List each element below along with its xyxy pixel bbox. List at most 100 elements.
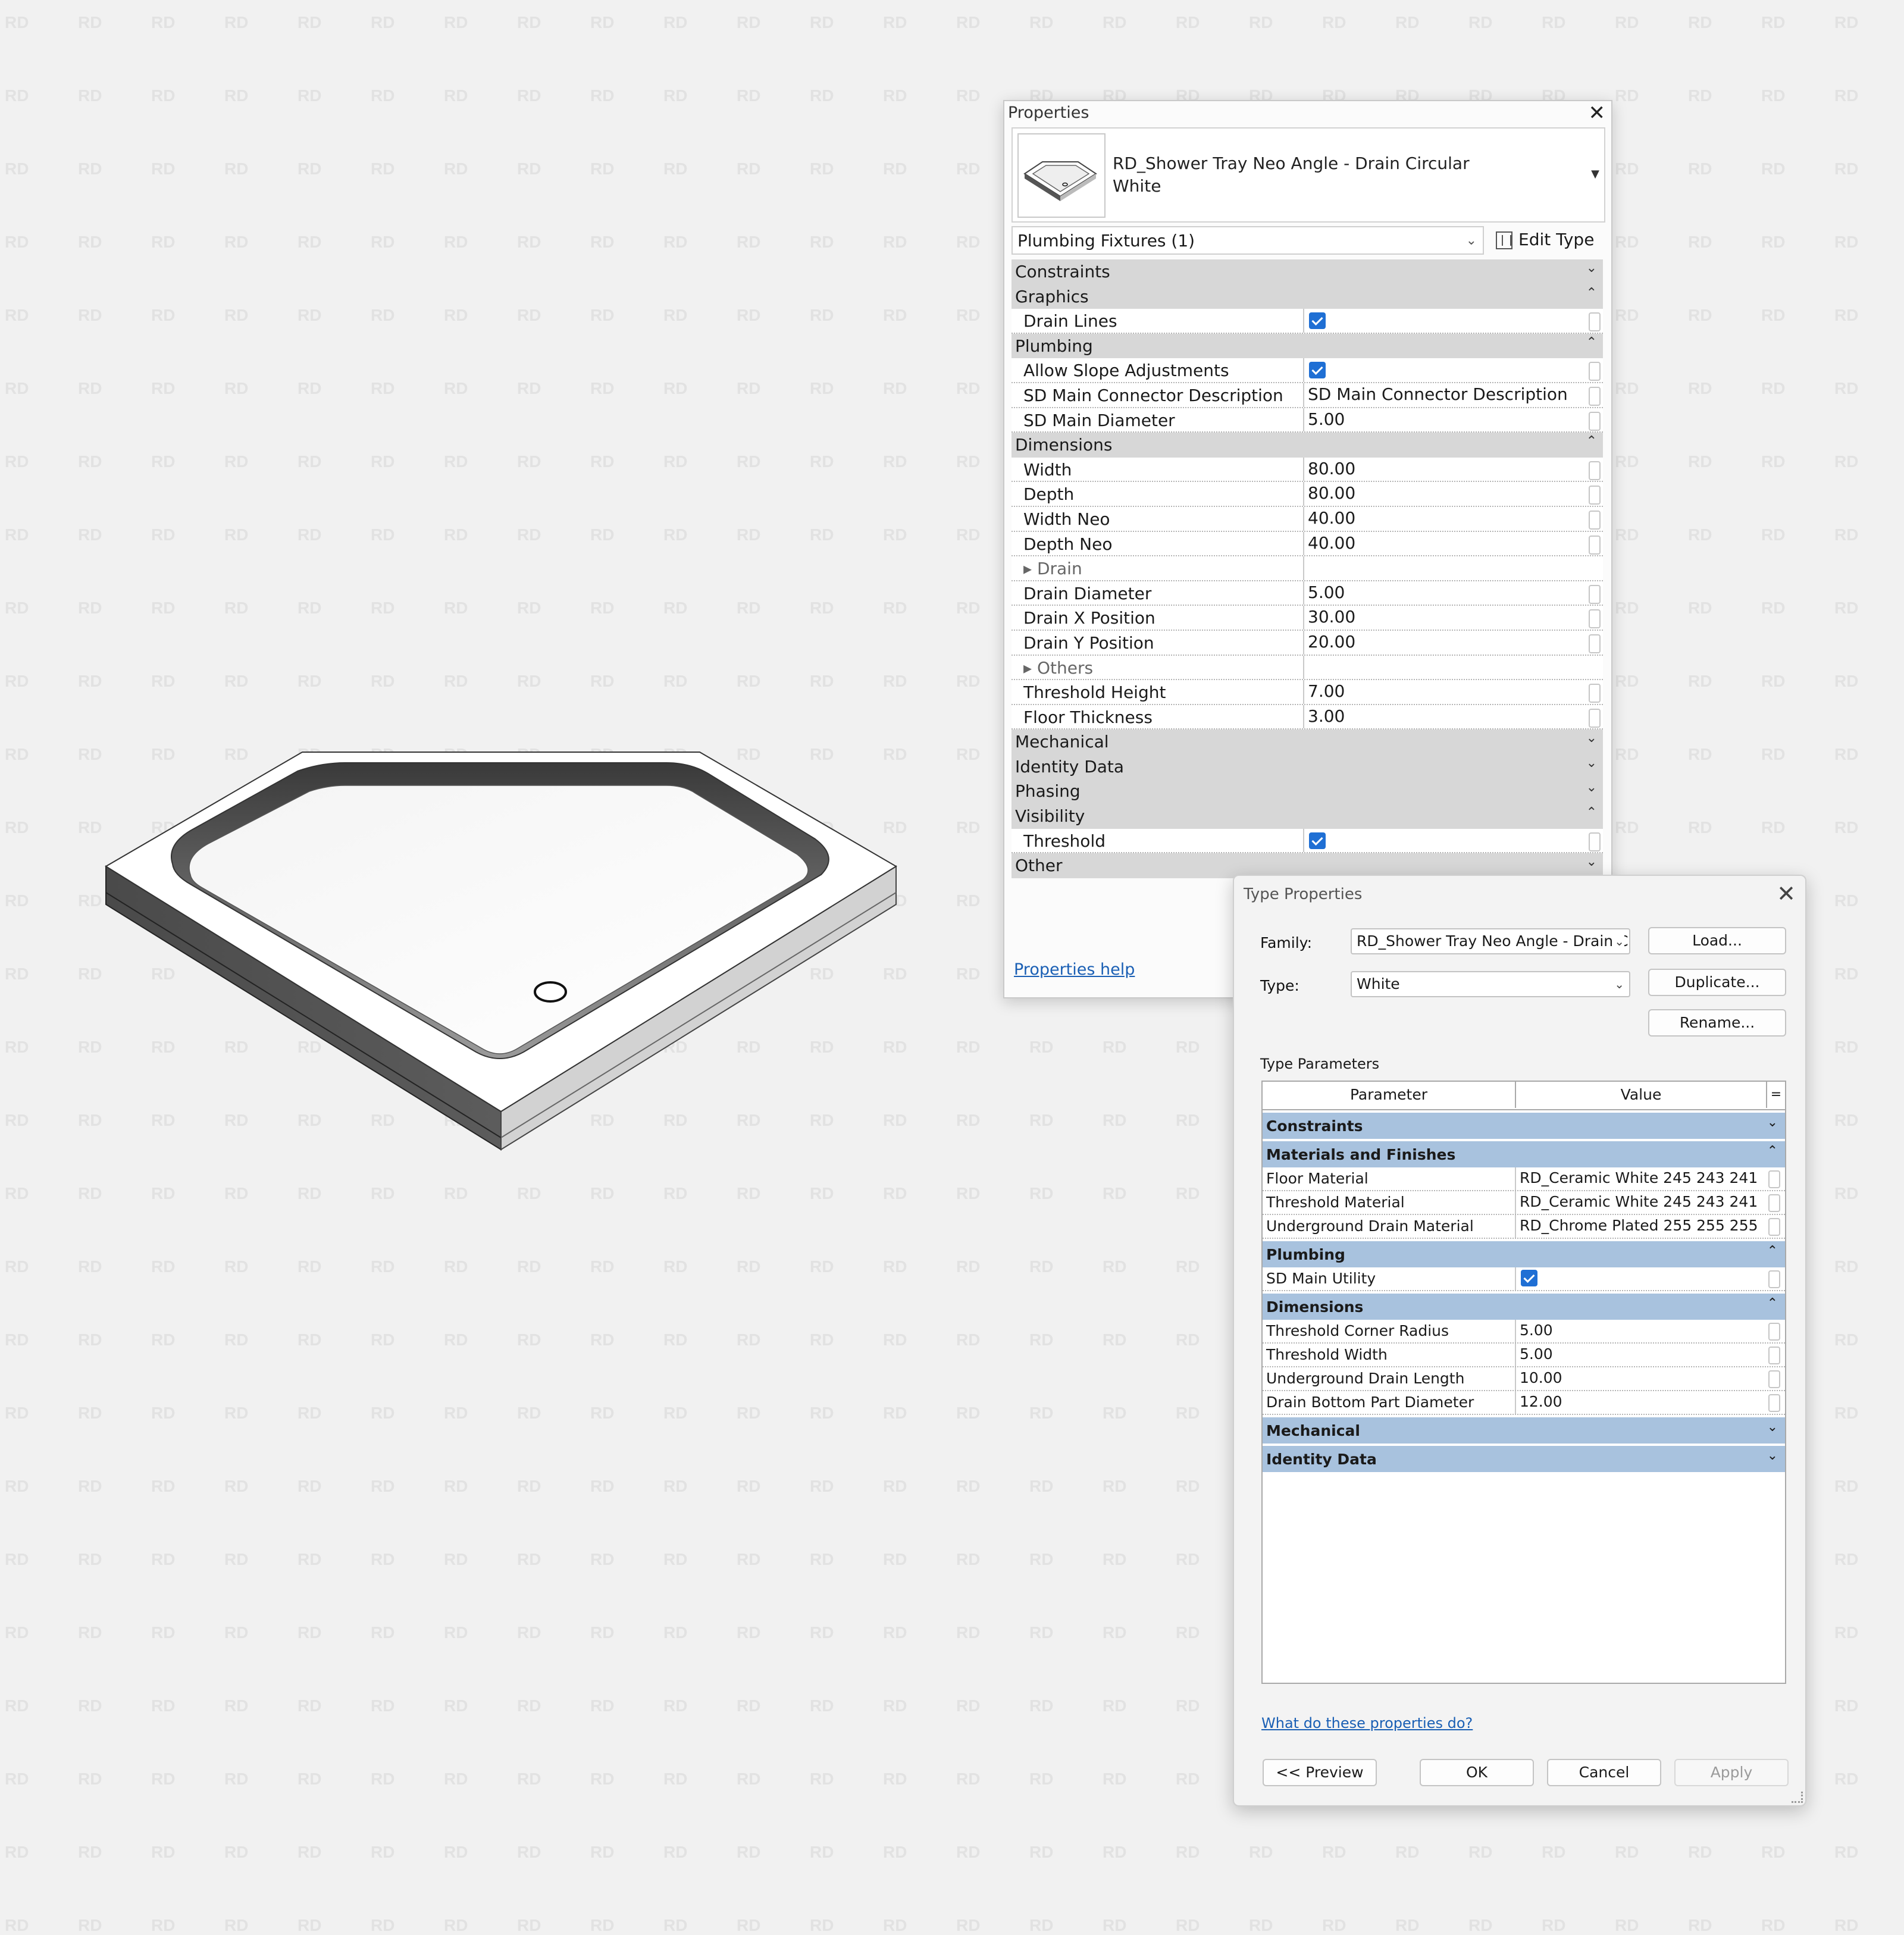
close-icon[interactable]: ✕: [1777, 881, 1796, 907]
property-value[interactable]: 7.00: [1303, 680, 1586, 704]
load-button[interactable]: Load...: [1648, 927, 1786, 954]
property-value[interactable]: SD Main Connector Description: [1303, 383, 1586, 407]
associate-parameter-button[interactable]: [1768, 1194, 1780, 1212]
type-dropdown-value: White: [1357, 975, 1400, 992]
checkbox-checked[interactable]: [1309, 312, 1326, 330]
property-value[interactable]: [1303, 828, 1586, 853]
group-header[interactable]: Constraints ⌄: [1263, 1113, 1785, 1139]
apply-button[interactable]: Apply: [1674, 1759, 1789, 1786]
associate-parameter-button[interactable]: [1768, 1394, 1780, 1412]
associate-parameter-button[interactable]: [1589, 832, 1601, 851]
expand-chevron-icon[interactable]: ⌄: [1586, 261, 1597, 275]
associate-parameter-button[interactable]: [1589, 362, 1601, 381]
close-icon[interactable]: ✕: [1589, 102, 1606, 124]
parameter-column-header[interactable]: Parameter: [1263, 1082, 1516, 1108]
preview-button[interactable]: << Preview: [1263, 1759, 1377, 1786]
instance-filter-dropdown[interactable]: Plumbing Fixtures (1) ⌄: [1012, 226, 1484, 255]
property-value[interactable]: [1303, 309, 1586, 333]
collapse-chevron-icon[interactable]: ⌃: [1767, 1244, 1778, 1258]
associate-parameter-button[interactable]: [1589, 386, 1601, 406]
properties-help-link[interactable]: Properties help: [1014, 960, 1135, 979]
collapse-chevron-icon[interactable]: ⌃: [1586, 286, 1597, 300]
formula-column-header[interactable]: =: [1767, 1082, 1785, 1108]
edit-type-button[interactable]: Edit Type: [1496, 226, 1603, 255]
property-value[interactable]: 80.00: [1303, 482, 1586, 506]
collapse-chevron-icon[interactable]: ⌃: [1767, 1296, 1778, 1311]
watermark-text: RD: [5, 1916, 29, 1934]
associate-parameter-button[interactable]: [1589, 312, 1601, 332]
collapse-chevron-icon[interactable]: ⌃: [1767, 1144, 1778, 1159]
checkbox-checked[interactable]: [1309, 362, 1326, 379]
associate-parameter-button[interactable]: [1589, 411, 1601, 431]
associate-parameter-button[interactable]: [1589, 634, 1601, 653]
cancel-button[interactable]: Cancel: [1547, 1759, 1661, 1786]
group-header[interactable]: Mechanical ⌄: [1012, 729, 1603, 754]
property-value[interactable]: 20.00: [1303, 630, 1586, 655]
dropdown-arrow-icon[interactable]: ▼: [1591, 168, 1599, 180]
parameter-value[interactable]: [1515, 1267, 1766, 1290]
parameter-value[interactable]: RD_Ceramic White 245 243 241: [1515, 1191, 1766, 1214]
parameter-value[interactable]: RD_Ceramic White 245 243 241: [1515, 1167, 1766, 1190]
associate-parameter-button[interactable]: [1589, 708, 1601, 728]
collapse-chevron-icon[interactable]: ⌃: [1586, 805, 1597, 820]
group-header[interactable]: Identity Data ⌄: [1263, 1446, 1785, 1472]
checkbox-checked[interactable]: [1309, 832, 1326, 849]
expand-chevron-icon[interactable]: ⌄: [1767, 1420, 1778, 1435]
collapse-chevron-icon[interactable]: ⌃: [1586, 335, 1597, 350]
type-dropdown[interactable]: White ⌄: [1351, 971, 1630, 997]
expand-chevron-icon[interactable]: ⌄: [1767, 1115, 1778, 1130]
expand-chevron-icon[interactable]: ⌄: [1586, 854, 1597, 869]
resize-grip-icon[interactable]: [1792, 1792, 1803, 1803]
group-header[interactable]: Graphics ⌃: [1012, 284, 1603, 309]
expand-chevron-icon[interactable]: ⌄: [1586, 780, 1597, 795]
what-do-these-properties-do-link[interactable]: What do these properties do?: [1261, 1715, 1473, 1732]
associate-parameter-button[interactable]: [1589, 609, 1601, 629]
associate-parameter-button[interactable]: [1768, 1270, 1780, 1288]
associate-parameter-button[interactable]: [1589, 584, 1601, 604]
property-value[interactable]: 40.00: [1303, 506, 1586, 531]
property-value[interactable]: 5.00: [1303, 581, 1586, 605]
group-header[interactable]: Phasing ⌄: [1012, 779, 1603, 804]
expand-chevron-icon[interactable]: ⌄: [1586, 731, 1597, 746]
parameter-value[interactable]: 12.00: [1515, 1391, 1766, 1414]
associate-parameter-button[interactable]: [1768, 1323, 1780, 1341]
duplicate-button[interactable]: Duplicate...: [1648, 969, 1786, 996]
expand-chevron-icon[interactable]: ⌄: [1586, 756, 1597, 771]
group-header[interactable]: Plumbing ⌃: [1263, 1241, 1785, 1267]
group-header[interactable]: Plumbing ⌃: [1012, 333, 1603, 359]
expand-chevron-icon[interactable]: ⌄: [1767, 1448, 1778, 1463]
group-header[interactable]: Dimensions ⌃: [1263, 1294, 1785, 1320]
property-value[interactable]: 5.00: [1303, 408, 1586, 432]
parameter-value[interactable]: RD_Chrome Plated 255 255 255: [1515, 1215, 1766, 1238]
property-value[interactable]: 40.00: [1303, 531, 1586, 556]
associate-parameter-button[interactable]: [1768, 1347, 1780, 1364]
associate-parameter-button[interactable]: [1589, 510, 1601, 530]
property-value[interactable]: [1303, 358, 1586, 382]
rename-button[interactable]: Rename...: [1648, 1009, 1786, 1037]
property-value[interactable]: 30.00: [1303, 606, 1586, 630]
value-column-header[interactable]: Value: [1516, 1082, 1767, 1108]
group-header[interactable]: Constraints ⌄: [1012, 259, 1603, 284]
group-header[interactable]: Identity Data ⌄: [1012, 754, 1603, 779]
associate-parameter-button[interactable]: [1589, 486, 1601, 505]
associate-parameter-button[interactable]: [1768, 1370, 1780, 1388]
associate-parameter-button[interactable]: [1768, 1218, 1780, 1236]
family-dropdown[interactable]: RD_Shower Tray Neo Angle - Drain Circ ⌄: [1351, 928, 1630, 954]
associate-parameter-button[interactable]: [1768, 1170, 1780, 1188]
property-value[interactable]: 80.00: [1303, 457, 1586, 481]
group-header[interactable]: Dimensions ⌃: [1012, 433, 1603, 458]
type-selector[interactable]: RD_Shower Tray Neo Angle - Drain Circula…: [1012, 127, 1605, 223]
associate-parameter-button[interactable]: [1589, 535, 1601, 555]
property-value[interactable]: 3.00: [1303, 705, 1586, 729]
group-header[interactable]: Mechanical ⌄: [1263, 1417, 1785, 1444]
associate-parameter-button[interactable]: [1589, 684, 1601, 703]
ok-button[interactable]: OK: [1420, 1759, 1534, 1786]
associate-parameter-button[interactable]: [1589, 461, 1601, 480]
parameter-value[interactable]: 5.00: [1515, 1320, 1766, 1342]
collapse-chevron-icon[interactable]: ⌃: [1586, 434, 1597, 449]
parameter-value[interactable]: 5.00: [1515, 1344, 1766, 1366]
group-header[interactable]: Materials and Finishes ⌃: [1263, 1141, 1785, 1167]
checkbox-checked[interactable]: [1521, 1270, 1537, 1286]
group-header[interactable]: Visibility ⌃: [1012, 804, 1603, 829]
parameter-value[interactable]: 10.00: [1515, 1367, 1766, 1390]
